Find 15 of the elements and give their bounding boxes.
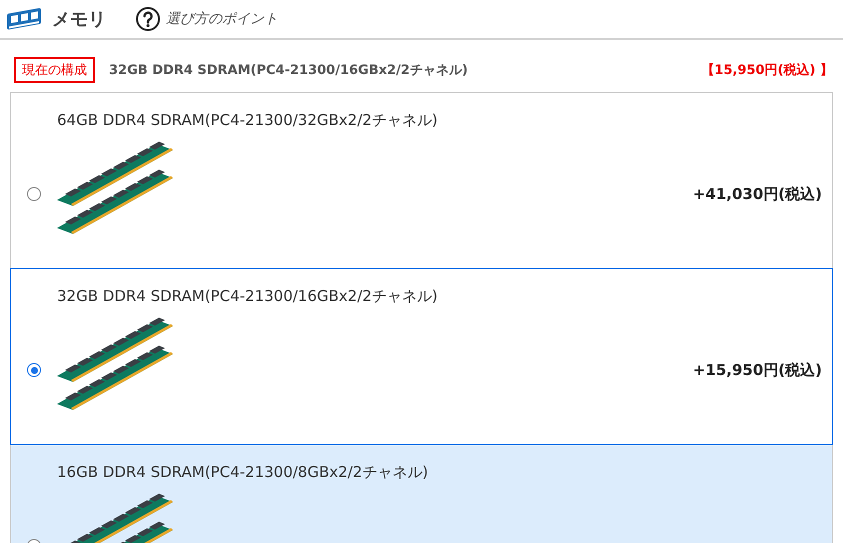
section-title: メモリ <box>52 8 106 31</box>
option-price: +41,030円(税込) <box>692 184 822 204</box>
option-name: 64GB DDR4 SDRAM(PC4-21300/32GBx2/2チャネル) <box>57 111 439 130</box>
radio-button[interactable] <box>27 363 41 377</box>
current-config-name: 32GB DDR4 SDRAM(PC4-21300/16GBx2/2チャネル) <box>109 62 469 79</box>
current-config-price: 【15,950円(税込) 】 <box>701 62 833 79</box>
help-icon <box>136 7 160 31</box>
radio-button[interactable] <box>27 187 41 201</box>
current-config-label: 現在の構成 <box>14 57 95 83</box>
help-link[interactable]: 選び方のポイント <box>136 7 278 31</box>
option-price: +15,950円(税込) <box>692 360 822 380</box>
memory-option[interactable]: 16GB DDR4 SDRAM(PC4-21300/8GBx2/2チャネル) <box>10 444 833 543</box>
option-name: 32GB DDR4 SDRAM(PC4-21300/16GBx2/2チャネル) <box>57 287 439 306</box>
memory-option[interactable]: 64GB DDR4 SDRAM(PC4-21300/32GBx2/2チャネル) +41,030円(税込) <box>10 92 833 269</box>
option-name: 16GB DDR4 SDRAM(PC4-21300/8GBx2/2チャネル) <box>57 463 430 482</box>
